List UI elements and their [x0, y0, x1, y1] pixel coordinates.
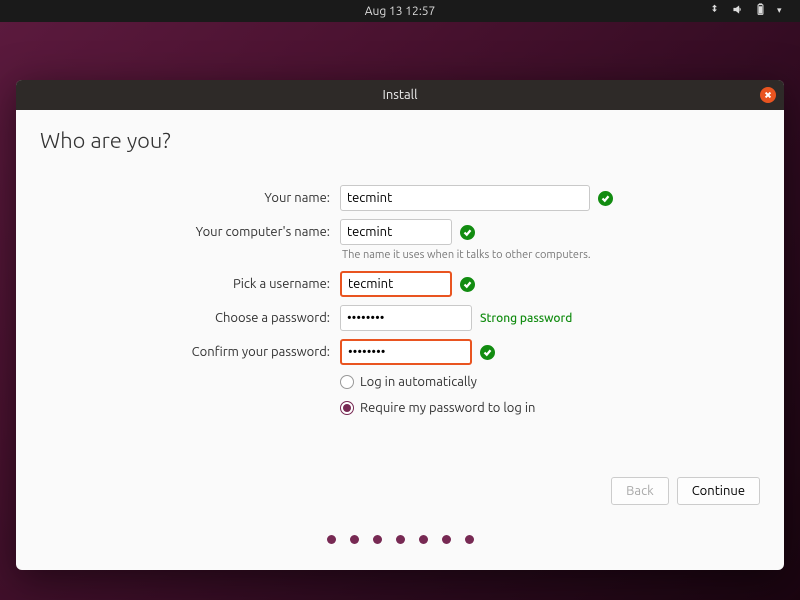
continue-button[interactable]: Continue: [677, 477, 760, 505]
battery-icon[interactable]: [754, 3, 767, 19]
window-title: Install: [383, 88, 418, 102]
password-input[interactable]: [340, 305, 472, 331]
confirm-password-input[interactable]: [340, 339, 472, 365]
menu-caret-icon[interactable]: ▾: [777, 5, 790, 18]
dot: [465, 535, 474, 544]
check-icon: [460, 277, 475, 292]
footer-buttons: Back Continue: [40, 477, 760, 505]
radio-icon: [340, 401, 354, 415]
check-icon: [460, 225, 475, 240]
page-heading: Who are you?: [40, 128, 760, 153]
volume-icon[interactable]: [731, 3, 744, 19]
computer-name-input[interactable]: [340, 219, 452, 245]
back-button: Back: [611, 477, 669, 505]
radio-icon: [340, 375, 354, 389]
radio-auto-login[interactable]: Log in automatically: [340, 373, 760, 391]
progress-dots: [40, 535, 760, 544]
close-button[interactable]: [760, 87, 776, 103]
clock[interactable]: Aug 13 12:57: [365, 5, 436, 18]
label-computer: Your computer's name:: [40, 225, 340, 239]
check-icon: [598, 191, 613, 206]
topbar: Aug 13 12:57 ▾: [0, 0, 800, 22]
radio-require-password[interactable]: Require my password to log in: [340, 399, 760, 417]
installer-window: Install Who are you? Your name: Your com…: [16, 80, 784, 570]
label-username: Pick a username:: [40, 277, 340, 291]
dot: [373, 535, 382, 544]
dot: [419, 535, 428, 544]
name-input[interactable]: [340, 185, 590, 211]
titlebar: Install: [16, 80, 784, 110]
label-confirm: Confirm your password:: [40, 345, 340, 359]
password-strength: Strong password: [480, 312, 572, 325]
computer-hint: The name it uses when it talks to other …: [340, 249, 760, 261]
radio-label: Log in automatically: [360, 375, 477, 389]
content: Who are you? Your name: Your computer's …: [16, 110, 784, 570]
dot: [327, 535, 336, 544]
dot: [350, 535, 359, 544]
system-tray: ▾: [708, 3, 790, 19]
dot: [396, 535, 405, 544]
radio-label: Require my password to log in: [360, 401, 535, 415]
username-input[interactable]: [340, 271, 452, 297]
user-form: Your name: Your computer's name: The nam…: [40, 185, 760, 417]
network-icon[interactable]: [708, 3, 721, 19]
label-name: Your name:: [40, 191, 340, 205]
dot: [442, 535, 451, 544]
check-icon: [480, 345, 495, 360]
label-password: Choose a password:: [40, 311, 340, 325]
